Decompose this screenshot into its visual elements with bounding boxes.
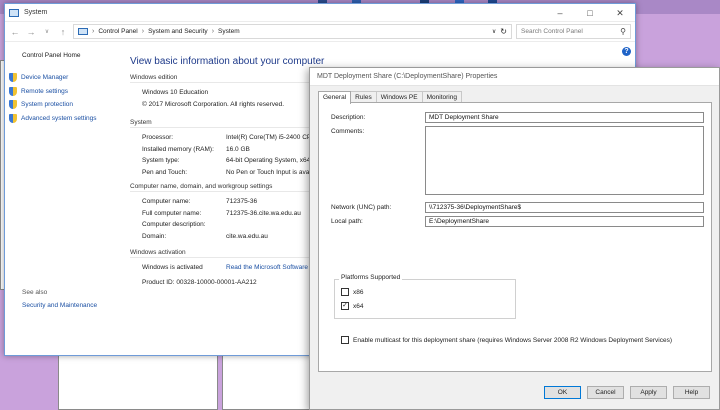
multicast-checkbox-row[interactable]: Enable multicast for this deployment sha… — [341, 336, 672, 344]
background-window — [222, 355, 310, 410]
sidebar: Control Panel Home Device Manager Remote… — [5, 44, 125, 355]
dialog-title[interactable]: MDT Deployment Share (C:\DeploymentShare… — [310, 68, 719, 86]
x64-checkbox-row[interactable]: ✓ x64 — [341, 302, 363, 310]
info-value: cite.wa.edu.au — [226, 232, 268, 240]
search-placeholder: Search Control Panel — [521, 28, 583, 35]
navigation-bar: ← → ∨ ↑ › Control Panel › System and Sec… — [5, 22, 635, 42]
sidebar-item-label[interactable]: System protection — [21, 101, 73, 108]
info-label: System type: — [142, 157, 180, 165]
info-value: 16.0 GB — [226, 145, 250, 153]
control-panel-icon — [78, 28, 88, 35]
multicast-label: Enable multicast for this deployment sha… — [353, 336, 672, 344]
recent-chevron-icon[interactable]: ∨ — [41, 28, 53, 35]
dialog-tabs: General Rules Windows PE Monitoring — [310, 86, 719, 104]
unc-path-field[interactable]: \\712375-36\DeploymentShare$ — [425, 202, 704, 213]
address-dropdown-icon[interactable]: ∨ — [492, 28, 496, 35]
apply-button[interactable]: Apply — [630, 386, 667, 399]
properties-dialog: MDT Deployment Share (C:\DeploymentShare… — [309, 67, 720, 410]
info-label: Pen and Touch: — [142, 168, 188, 176]
dialog-buttons: OK Cancel Apply Help — [544, 386, 710, 399]
page-title: View basic information about your comput… — [130, 56, 325, 67]
breadcrumb-separator-icon[interactable]: › — [212, 28, 214, 35]
info-label: Installed memory (RAM): — [142, 145, 214, 153]
comments-field[interactable] — [425, 126, 704, 195]
section-header: Windows activation — [130, 249, 310, 258]
forward-arrow-icon[interactable]: → — [25, 27, 37, 37]
platforms-title: Platforms Supported — [339, 274, 403, 281]
multicast-checkbox[interactable] — [341, 336, 349, 344]
search-icon[interactable]: ⚲ — [620, 27, 626, 36]
local-path-field[interactable]: E:\DeploymentShare — [425, 216, 704, 227]
info-label: Full computer name: — [142, 209, 202, 217]
control-panel-home-link[interactable]: Control Panel Home — [22, 52, 125, 59]
description-field[interactable]: MDT Deployment Share — [425, 112, 704, 123]
help-button[interactable]: Help — [673, 386, 710, 399]
description-label: Description: — [331, 114, 366, 121]
info-label: Domain: — [142, 232, 167, 240]
info-value: No Pen or Touch Input is avail — [226, 168, 313, 176]
minimize-icon[interactable]: – — [545, 4, 575, 22]
section-header: Windows edition — [130, 74, 310, 83]
x86-label: x86 — [353, 288, 364, 296]
info-label: Computer name: — [142, 198, 191, 206]
tab-general[interactable]: General — [318, 91, 352, 104]
activation-status: Windows is activated — [142, 264, 203, 272]
info-value: 712375-36 — [226, 198, 258, 206]
sidebar-item-device-manager[interactable]: Device Manager — [9, 71, 125, 85]
shield-icon — [9, 113, 17, 123]
breadcrumb-separator-icon[interactable]: › — [142, 28, 144, 35]
sidebar-item-remote-settings[interactable]: Remote settings — [9, 85, 125, 99]
unc-path-label: Network (UNC) path: — [331, 204, 392, 211]
breadcrumb-system[interactable]: System — [218, 28, 240, 35]
system-window-title: System — [24, 9, 48, 16]
shield-icon — [9, 100, 17, 110]
system-titlebar[interactable]: System – □ ✕ — [5, 4, 635, 22]
x64-checkbox[interactable]: ✓ — [341, 302, 349, 310]
close-icon[interactable]: ✕ — [605, 4, 635, 22]
breadcrumb-system-security[interactable]: System and Security — [148, 28, 208, 35]
breadcrumb-separator-icon[interactable]: › — [92, 28, 94, 35]
back-arrow-icon[interactable]: ← — [9, 27, 21, 37]
breadcrumb-control-panel[interactable]: Control Panel — [98, 28, 137, 35]
sidebar-item-label[interactable]: Device Manager — [21, 74, 68, 81]
address-bar[interactable]: › Control Panel › System and Security › … — [73, 24, 512, 39]
x64-label: x64 — [353, 302, 364, 310]
info-value: 712375-36.cite.wa.edu.au — [226, 209, 301, 217]
search-input[interactable]: Search Control Panel ⚲ — [516, 24, 631, 39]
section-header: Computer name, domain, and workgroup set… — [130, 183, 310, 192]
maximize-icon[interactable]: □ — [575, 4, 605, 22]
info-label: Processor: — [142, 134, 174, 142]
cancel-button[interactable]: Cancel — [587, 386, 624, 399]
security-maintenance-link[interactable]: Security and Maintenance — [22, 302, 97, 309]
up-arrow-icon[interactable]: ↑ — [57, 27, 69, 37]
shield-icon — [9, 86, 17, 96]
ok-button[interactable]: OK — [544, 386, 581, 399]
sidebar-item-advanced-settings[interactable]: Advanced system settings — [9, 112, 125, 126]
system-window-icon — [9, 8, 19, 17]
info-label: Computer description: — [142, 221, 206, 229]
x86-checkbox[interactable] — [341, 288, 349, 296]
info-value: Intel(R) Core(TM) i5-2400 CPU — [226, 134, 316, 142]
background-window — [58, 355, 218, 410]
section-header: System — [130, 119, 310, 128]
sidebar-item-label[interactable]: Remote settings — [21, 88, 68, 95]
platforms-groupbox — [334, 279, 516, 319]
sidebar-item-label[interactable]: Advanced system settings — [21, 115, 97, 122]
refresh-icon[interactable]: ↻ — [500, 27, 507, 36]
shield-icon — [9, 73, 17, 83]
info-value: 64-bit Operating System, x64- — [226, 157, 313, 165]
local-path-label: Local path: — [331, 218, 363, 225]
see-also-heading: See also — [22, 289, 48, 296]
sidebar-item-system-protection[interactable]: System protection — [9, 98, 125, 112]
general-tab-panel: Description: MDT Deployment Share Commen… — [318, 102, 712, 372]
x86-checkbox-row[interactable]: x86 — [341, 288, 363, 296]
comments-label: Comments: — [331, 128, 365, 135]
